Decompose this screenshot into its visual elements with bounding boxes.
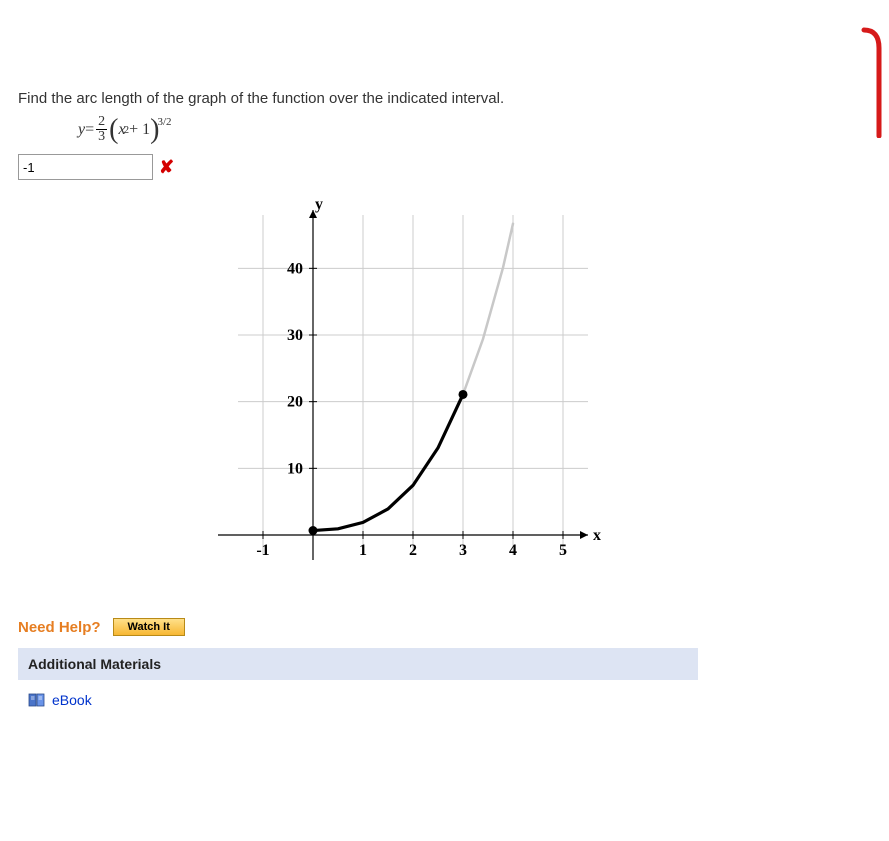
svg-text:y: y bbox=[315, 196, 323, 213]
svg-text:x: x bbox=[593, 527, 601, 544]
svg-text:-1: -1 bbox=[256, 542, 269, 559]
ebook-link[interactable]: eBook bbox=[52, 692, 92, 708]
svg-text:5: 5 bbox=[559, 542, 567, 559]
svg-text:1: 1 bbox=[359, 542, 367, 559]
svg-text:4: 4 bbox=[509, 542, 517, 559]
answer-input[interactable] bbox=[18, 154, 153, 180]
question-prompt: Find the arc length of the graph of the … bbox=[18, 90, 718, 107]
svg-text:2: 2 bbox=[409, 542, 417, 559]
equation-outer-power: 3/2 bbox=[157, 116, 171, 128]
equation: y = 2 3 ( x 2 + 1 ) 3/2 bbox=[18, 115, 718, 144]
svg-text:10: 10 bbox=[287, 460, 303, 477]
question-block: Find the arc length of the graph of the … bbox=[0, 0, 718, 720]
graph: -1 1 2 3 4 5 10 20 30 40 x y bbox=[118, 195, 718, 598]
equation-fraction: 2 3 bbox=[96, 115, 107, 144]
watch-it-button[interactable]: Watch It bbox=[113, 618, 185, 636]
annotation-mark bbox=[829, 18, 889, 138]
equation-paren-group: ( x 2 + 1 ) bbox=[109, 121, 159, 139]
svg-text:40: 40 bbox=[287, 260, 303, 277]
equation-eq: = bbox=[85, 121, 94, 139]
ebook-row[interactable]: eBook bbox=[18, 680, 698, 720]
svg-text:30: 30 bbox=[287, 327, 303, 344]
svg-text:3: 3 bbox=[459, 542, 467, 559]
need-help-row: Need Help? Watch It bbox=[18, 618, 718, 636]
answer-row: ✘ bbox=[18, 154, 718, 180]
need-help-label: Need Help? bbox=[18, 619, 101, 636]
equation-lhs: y bbox=[78, 121, 85, 139]
svg-text:20: 20 bbox=[287, 394, 303, 411]
wrong-icon: ✘ bbox=[159, 157, 174, 178]
book-icon bbox=[28, 693, 46, 707]
additional-materials-header: Additional Materials bbox=[18, 648, 698, 680]
